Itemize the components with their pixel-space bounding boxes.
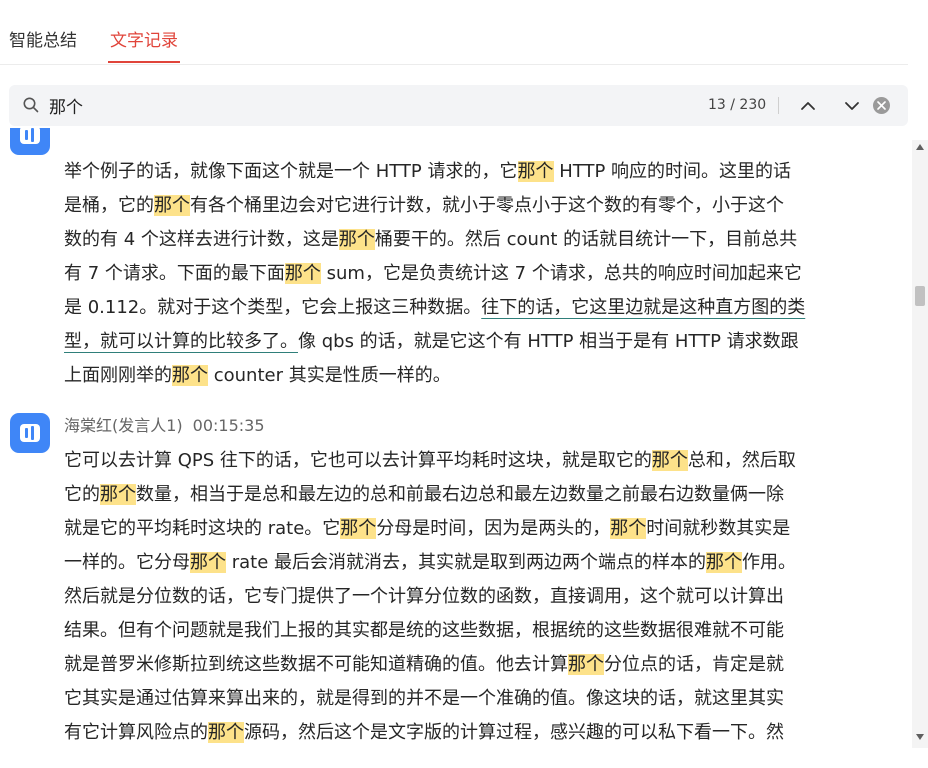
match-counter: 13 / 230 <box>708 97 767 113</box>
speaker-icon <box>20 128 40 144</box>
transcript-text: 总和，然后取 <box>687 450 796 471</box>
transcript-text: counter 其实是性质一样的。 <box>208 365 451 386</box>
transcript-text: 作用。 <box>742 552 797 573</box>
transcript-text: sum，它是负责统计这 7 个请求，总共的响应时间加起来它 <box>320 263 802 284</box>
transcript-text: rate 最后会消就消去，其实就是取到两边两个端点的样本的 <box>226 552 707 573</box>
transcript-line: 它的那个数量，相当于是总和最左边的总和前最右边总和最左边数量之前最右边数量俩一除 <box>64 478 882 512</box>
search-match-highlight: 那个 <box>706 552 743 573</box>
transcript-text: 它的 <box>64 484 100 505</box>
search-icon <box>23 97 39 113</box>
transcript-line: 型，就可以计算的比较多了。像 qbs 的话，就是它这个有 HTTP 相当于是有 … <box>64 325 882 359</box>
transcript-text: 像 qbs 的话，就是它这个有 HTTP 相当于是有 HTTP 请求数跟 <box>298 331 799 352</box>
search-match-highlight: 那个 <box>651 450 688 471</box>
transcript-line: 结果。但有个问题就是我们上报的其实都是统的这些数据，根据统的这些数据很难就不可能 <box>64 614 882 648</box>
transcript-text: 上面刚刚举的 <box>64 365 172 386</box>
prev-match-button[interactable] <box>797 95 819 117</box>
transcript-text: 然后就是分位数的话，它专门提供了一个计算分位数的函数，直接调用，这个就可以计算出 <box>64 586 784 607</box>
transcript-text: 是 0.112。就对于这个类型，它会上报这三种数据。 <box>64 297 482 318</box>
transcript-line: 它可以去计算 QPS 往下的话，它也可以去计算平均耗时这块，就是取它的那个总和，… <box>64 444 882 478</box>
transcript-line: 举个例子的话，就像下面这个就是一个 HTTP 请求的，它那个 HTTP 响应的时… <box>64 155 882 189</box>
transcript-line: 然后就是分位数的话，它专门提供了一个计算分位数的函数，直接调用，这个就可以计算出 <box>64 580 882 614</box>
transcript-text: 是桶，它的 <box>64 195 154 216</box>
transcript-text: 结果。但有个问题就是我们上报的其实都是统的这些数据，根据统的这些数据很难就不可能 <box>64 620 784 641</box>
search-bar: 13 / 230 <box>9 85 908 126</box>
transcript-paragraph: 它可以去计算 QPS 往下的话，它也可以去计算平均耗时这块，就是取它的那个总和，… <box>64 444 882 750</box>
transcript-line: 就是普罗米修斯拉到统这些数据不可能知道精确的值。他去计算那个分位点的话，肯定是就 <box>64 648 882 682</box>
transcript-line: 一样的。它分母那个 rate 最后会消就消去，其实就是取到两边两个端点的样本的那… <box>64 546 882 580</box>
chevron-down-icon <box>845 102 859 110</box>
search-match-highlight: 那个 <box>154 195 190 216</box>
underlined-text: 往下的话，它这里边就是这种直方图的类 <box>481 297 806 318</box>
search-match-highlight: 那个 <box>208 722 244 743</box>
close-icon <box>877 101 886 110</box>
transcript-text: 就是普罗米修斯拉到统这些数据不可能知道精确的值。他去计算 <box>64 654 568 675</box>
clear-search-button[interactable] <box>873 97 890 114</box>
transcript-text: 桶要干的。然后 count 的话就目统计一下，目前总共 <box>374 229 798 250</box>
transcript-line: 上面刚刚举的那个 counter 其实是性质一样的。 <box>64 359 882 393</box>
transcript-text: 就是它的平均耗时这块的 rate。它 <box>64 518 341 539</box>
transcript-line: 数的有 4 个这样去进行计数，这是那个桶要干的。然后 count 的话就目统计一… <box>64 223 882 257</box>
transcript-line: 有它计算风险点的那个源码，然后这个是文字版的计算过程，感兴趣的可以私下看一下。然 <box>64 716 882 750</box>
transcript-text: 分位点的话，肯定是就 <box>604 654 784 675</box>
tab-bar: 智能总结 文字记录 <box>0 0 908 65</box>
transcript-text: 有各个桶里边会对它进行计数，就小于零点小于这个数的有零个，小于这个 <box>190 195 784 216</box>
transcript-text: 源码，然后这个是文字版的计算过程，感兴趣的可以私下看一下。然 <box>244 722 784 743</box>
transcript-text: 有 7 个请求。下面的最下面 <box>64 263 285 284</box>
speaker-avatar <box>10 413 50 453</box>
transcript-text: 有它计算风险点的 <box>64 722 208 743</box>
speaker-avatar <box>10 128 50 155</box>
chevron-up-icon <box>801 102 815 110</box>
transcript-text: HTTP 响应的时间。这里的话 <box>553 161 792 182</box>
search-match-highlight: 那个 <box>610 518 647 539</box>
transcript-line: 是桶，它的那个有各个桶里边会对它进行计数，就小于零点小于这个数的有零个，小于这个 <box>64 189 882 223</box>
transcript-paragraph: 举个例子的话，就像下面这个就是一个 HTTP 请求的，它那个 HTTP 响应的时… <box>64 155 882 393</box>
tab-smart-summary[interactable]: 智能总结 <box>9 30 77 52</box>
tab-transcript[interactable]: 文字记录 <box>110 30 178 52</box>
transcript-text: 举个例子的话，就像下面这个就是一个 HTTP 请求的，它 <box>64 161 518 182</box>
transcript-text: 时间就秒数其实是 <box>646 518 791 539</box>
search-match-highlight: 那个 <box>338 229 375 250</box>
search-match-highlight: 那个 <box>517 161 554 182</box>
transcript-text: 它可以去计算 QPS 往下的话，它也可以去计算平均耗时这块，就是取它的 <box>64 450 652 471</box>
transcript-panel: 举个例子的话，就像下面这个就是一个 HTTP 请求的，它那个 HTTP 响应的时… <box>0 128 912 768</box>
transcript-text: 它其实是通过估算来算出来的，就是得到的并不是一个准确的值。像这块的话，就这里其实 <box>64 688 784 709</box>
next-match-button[interactable] <box>841 95 863 117</box>
transcript-line: 有 7 个请求。下面的最下面那个 sum，它是负责统计这 7 个请求，总共的响应… <box>64 257 882 291</box>
search-match-highlight: 那个 <box>172 365 208 386</box>
transcript-text: 分母是时间，因为是两头的， <box>376 518 611 539</box>
search-input[interactable] <box>49 93 349 117</box>
transcript-text: 一样的。它分母 <box>64 552 190 573</box>
scrollbar-thumb[interactable] <box>915 286 925 306</box>
speaker-icon <box>20 424 40 442</box>
search-match-highlight: 那个 <box>568 654 604 675</box>
transcript-text: 数量，相当于是总和最左边的总和前最右边总和最左边数量之前最右边数量俩一除 <box>136 484 784 505</box>
speaker-header: 海棠红(发言人1) 00:15:35 <box>64 412 265 436</box>
search-match-highlight: 那个 <box>100 484 136 505</box>
search-divider <box>778 97 779 114</box>
underlined-text: 型，就可以计算的比较多了。 <box>64 331 298 352</box>
search-match-highlight: 那个 <box>190 552 226 573</box>
scrollbar[interactable] <box>912 140 928 748</box>
transcript-line: 就是它的平均耗时这块的 rate。它那个分母是时间，因为是两头的，那个时间就秒数… <box>64 512 882 546</box>
speaker-timestamp[interactable]: 00:15:35 <box>193 416 265 435</box>
transcript-line: 是 0.112。就对于这个类型，它会上报这三种数据。往下的话，它这里边就是这种直… <box>64 291 882 325</box>
search-match-highlight: 那个 <box>284 263 321 284</box>
transcript-text: 数的有 4 个这样去进行计数，这是 <box>64 229 339 250</box>
search-match-highlight: 那个 <box>340 518 377 539</box>
speaker-name: 海棠红(发言人1) <box>64 416 183 435</box>
active-tab-indicator <box>108 61 180 63</box>
transcript-line: 它其实是通过估算来算出来的，就是得到的并不是一个准确的值。像这块的话，就这里其实 <box>64 682 882 716</box>
scroll-up-icon <box>916 144 924 150</box>
scroll-down-icon <box>916 734 924 740</box>
